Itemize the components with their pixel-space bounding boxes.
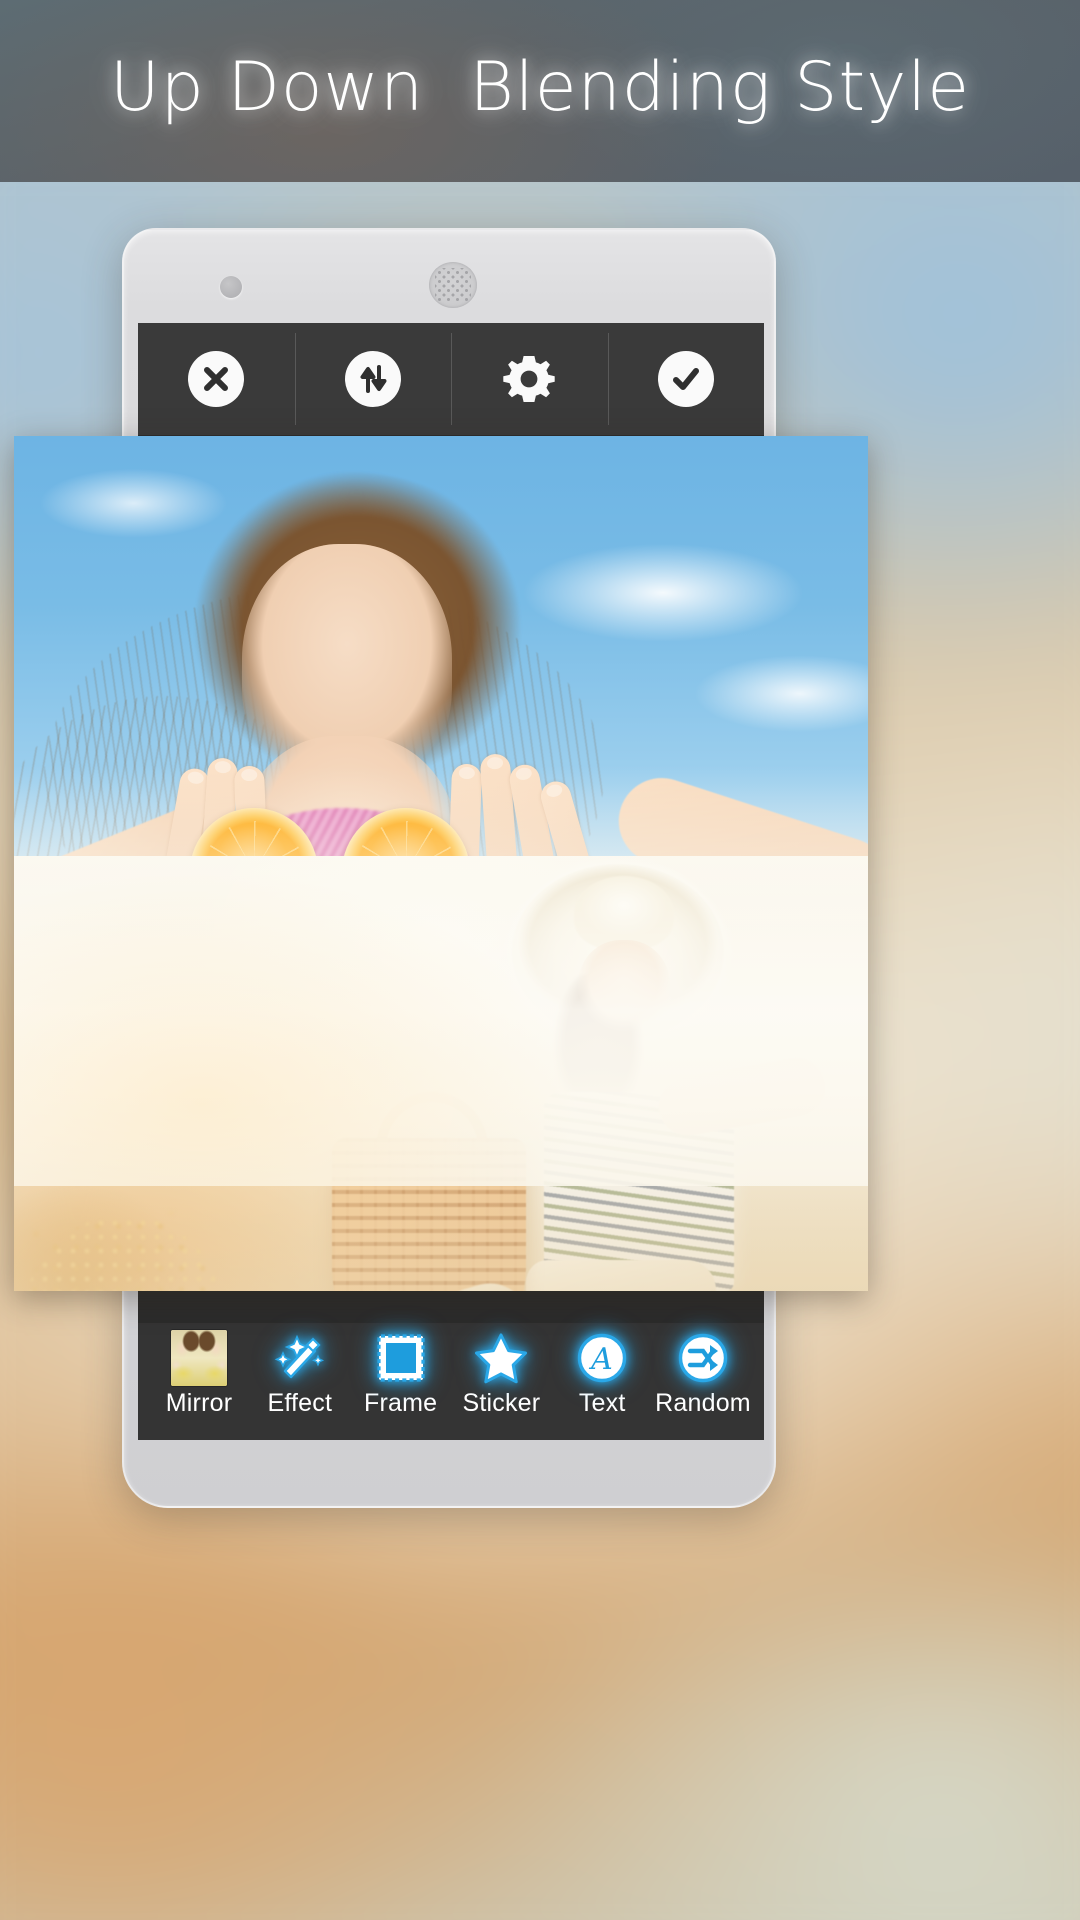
done-button[interactable] [607, 323, 765, 435]
magic-wand-icon [271, 1329, 329, 1387]
sticker-tool-label: Sticker [462, 1389, 541, 1417]
blended-photo-canvas[interactable] [14, 436, 868, 1291]
effect-tool-label: Effect [267, 1389, 333, 1417]
letter-a-circle-icon: A [573, 1329, 631, 1387]
mirror-tool-label: Mirror [165, 1389, 233, 1417]
gear-icon [503, 356, 555, 402]
earpiece-speaker-icon [429, 262, 477, 308]
editor-bottom-toolbar: Mirror Effect Frame Sticker A Text Rando… [138, 1323, 764, 1440]
svg-text:A: A [588, 1342, 613, 1377]
sticker-tool-button[interactable]: Sticker [454, 1329, 548, 1416]
text-tool-label: Text [578, 1389, 626, 1417]
mirror-tool-button[interactable]: Mirror [152, 1329, 246, 1416]
header-banner: Up Down Blending Style [0, 0, 1080, 182]
shuffle-circle-icon [674, 1329, 732, 1387]
random-tool-label: Random [655, 1389, 751, 1417]
effect-tool-button[interactable]: Effect [253, 1329, 347, 1416]
close-circle-icon [188, 351, 245, 407]
close-button[interactable] [138, 323, 295, 435]
text-tool-button[interactable]: A Text [555, 1329, 649, 1416]
check-circle-icon [657, 351, 714, 407]
page-title: Up Down Blending Style [109, 48, 971, 127]
up-down-blend-veil [14, 766, 868, 1186]
editor-top-toolbar [138, 323, 764, 435]
swap-vertical-circle-icon [344, 351, 401, 407]
random-tool-button[interactable]: Random [655, 1329, 751, 1417]
settings-button[interactable] [451, 323, 608, 435]
frame-tool-label: Frame [363, 1389, 438, 1417]
swap-button[interactable] [294, 323, 452, 435]
stamp-frame-icon [372, 1329, 430, 1387]
front-camera-icon [220, 276, 242, 298]
frame-tool-button[interactable]: Frame [354, 1329, 448, 1416]
mirror-thumbnail-icon [170, 1329, 228, 1387]
star-icon [472, 1329, 530, 1387]
